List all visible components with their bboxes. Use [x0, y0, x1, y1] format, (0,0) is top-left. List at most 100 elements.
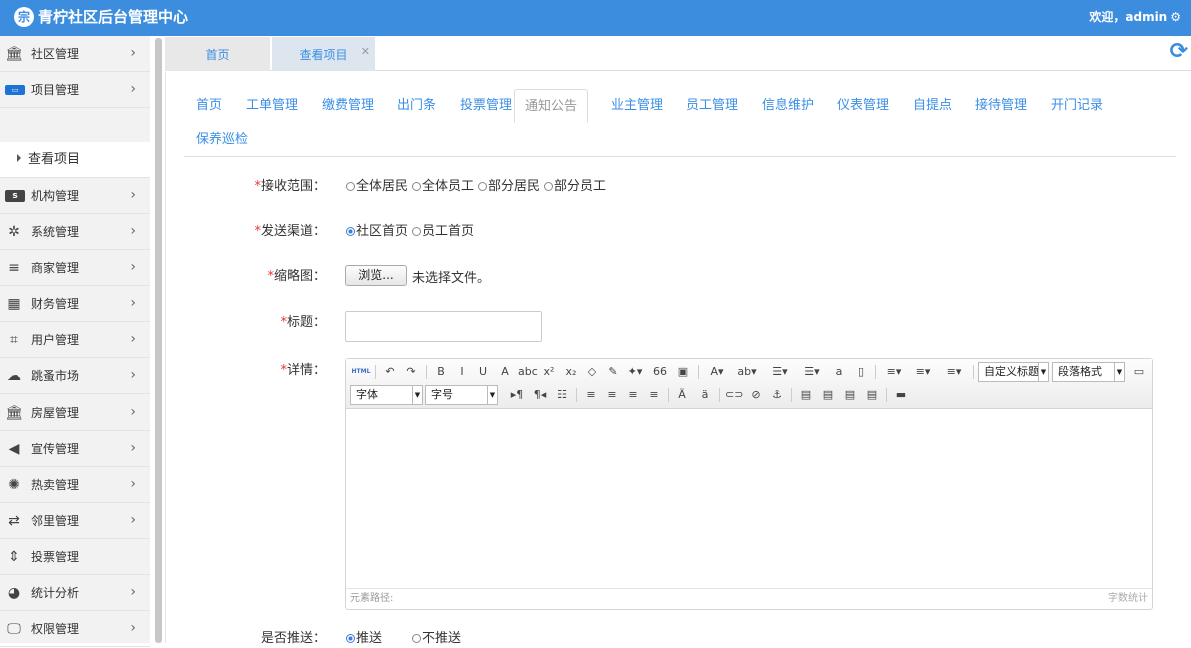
row-spacing-bottom-icon[interactable]: ≡▾ — [910, 363, 936, 381]
radio-icon[interactable] — [412, 227, 421, 236]
radio-option[interactable]: 全体居民 — [346, 178, 408, 196]
highlight-color-icon[interactable]: ab▾ — [734, 363, 760, 381]
radio-icon[interactable] — [478, 182, 487, 191]
bold-icon[interactable]: B — [432, 363, 450, 381]
gear-icon[interactable]: ⚙ — [1170, 9, 1181, 25]
radio-option[interactable]: 社区首页 — [346, 223, 408, 241]
module-tab-6[interactable]: 业主管理 — [611, 89, 663, 123]
fullscreen-icon[interactable]: ▭ — [1130, 363, 1148, 381]
font-border-icon[interactable]: A — [496, 363, 514, 381]
page-tab-view-project[interactable]: 查看项目 ✕ — [272, 37, 375, 71]
welcome-user[interactable]: 欢迎，admin ⚙ — [1089, 9, 1181, 25]
module-tab-1[interactable]: 工单管理 — [246, 89, 298, 123]
sidebar-scrollbar-thumb[interactable] — [155, 38, 162, 643]
sidebar-item-12[interactable]: ⇄ 邻里管理 › — [0, 503, 150, 539]
close-icon[interactable]: ✕ — [361, 45, 370, 59]
module-tab-7[interactable]: 员工管理 — [686, 89, 738, 123]
sidebar-item-8[interactable]: ☁ 跳蚤市场 › — [0, 358, 150, 394]
anchor-icon[interactable]: ⚓ — [768, 386, 786, 404]
link-icon[interactable]: ⊂⊃ — [725, 386, 743, 404]
module-tab-13[interactable]: 保养巡检 — [196, 123, 248, 157]
sidebar-item-10[interactable]: ◀ 宣传管理 › — [0, 431, 150, 467]
module-tab-11[interactable]: 接待管理 — [975, 89, 1027, 123]
paste-text-icon[interactable]: ▣ — [674, 363, 692, 381]
undo-icon[interactable]: ↶ — [381, 363, 399, 381]
sidebar-item-3[interactable]: s 机构管理 › — [0, 178, 150, 214]
eraser-icon[interactable]: ◇ — [583, 363, 601, 381]
unlink-icon[interactable]: ⊘ — [747, 386, 765, 404]
browse-button[interactable]: 浏览... — [345, 265, 407, 286]
module-tab-10[interactable]: 自提点 — [913, 89, 952, 123]
sidebar-item-7[interactable]: ⌗ 用户管理 › — [0, 322, 150, 358]
indent-icon[interactable]: ☷ — [553, 386, 571, 404]
superscript-icon[interactable]: x² — [540, 363, 558, 381]
redo-icon[interactable]: ↷ — [402, 363, 420, 381]
font-size-select[interactable]: 字号 ▼ — [425, 385, 498, 405]
module-tab-2[interactable]: 缴费管理 — [322, 89, 374, 123]
image-center-icon[interactable]: ▤ — [863, 386, 881, 404]
insert-image-icon[interactable]: ▬ — [892, 386, 910, 404]
italic-icon[interactable]: I — [453, 363, 471, 381]
sidebar-subitem-view-project[interactable]: 查看项目 — [0, 142, 150, 178]
module-tab-3[interactable]: 出门条 — [397, 89, 436, 123]
image-none-icon[interactable]: ▤ — [797, 386, 815, 404]
ltr-icon[interactable]: ▸¶ — [508, 386, 526, 404]
sidebar-item-13[interactable]: ⇕ 投票管理 — [0, 539, 150, 575]
paragraph-format-select[interactable]: 段落格式 ▼ — [1052, 362, 1125, 382]
sidebar-item-5[interactable]: ≡ 商家管理 › — [0, 250, 150, 286]
blockquote-icon[interactable]: 66 — [651, 363, 669, 381]
radio-option[interactable]: 员工首页 — [412, 223, 474, 241]
sidebar-item-15[interactable]: 🖵 权限管理 › — [0, 611, 150, 647]
line-height-icon[interactable]: ≡▾ — [941, 363, 967, 381]
custom-title-select[interactable]: 自定义标题 ▼ — [978, 362, 1049, 382]
radio-option[interactable]: 部分员工 — [544, 178, 606, 196]
module-tab-4[interactable]: 投票管理 — [460, 89, 512, 123]
sidebar-item-1[interactable]: ▭ 项目管理 › — [0, 72, 150, 108]
ordered-list-icon[interactable]: ☰▾ — [767, 363, 793, 381]
radio-icon[interactable] — [412, 182, 421, 191]
format-painter-icon[interactable]: ✎ — [604, 363, 622, 381]
radio-icon[interactable] — [346, 634, 355, 643]
module-tab-12[interactable]: 开门记录 — [1051, 89, 1103, 123]
align-right-icon[interactable]: ≡ — [624, 386, 642, 404]
image-right-icon[interactable]: ▤ — [841, 386, 859, 404]
editor-body[interactable] — [346, 410, 1152, 588]
align-left-icon[interactable]: ≡ — [582, 386, 600, 404]
subscript-icon[interactable]: x₂ — [562, 363, 580, 381]
font-color-icon[interactable]: A▾ — [704, 363, 730, 381]
html-source-icon[interactable]: HTML — [350, 363, 372, 381]
radio-option[interactable]: 推送 — [346, 630, 382, 648]
radio-option[interactable]: 全体员工 — [412, 178, 474, 196]
font-family-select[interactable]: 字体 ▼ — [350, 385, 423, 405]
sidebar-item-14[interactable]: ◕ 统计分析 › — [0, 575, 150, 611]
sidebar-item-11[interactable]: ✺ 热卖管理 › — [0, 467, 150, 503]
sidebar-item-6[interactable]: ▦ 财务管理 › — [0, 286, 150, 322]
title-input[interactable] — [345, 311, 542, 342]
module-tab-8[interactable]: 信息维护 — [762, 89, 814, 123]
page-tab-home[interactable]: 首页 — [165, 37, 270, 71]
align-center-icon[interactable]: ≡ — [603, 386, 621, 404]
underline-icon[interactable]: U — [474, 363, 492, 381]
row-spacing-top-icon[interactable]: ≡▾ — [881, 363, 907, 381]
module-tab-5[interactable]: 通知公告 — [514, 89, 589, 123]
radio-option[interactable]: 不推送 — [412, 630, 461, 648]
to-uppercase-icon[interactable]: Ä — [673, 386, 691, 404]
refresh-icon[interactable]: ⟳ — [1170, 41, 1188, 63]
radio-icon[interactable] — [346, 182, 355, 191]
sidebar-item-9[interactable]: 🏛 房屋管理 › — [0, 395, 150, 431]
radio-icon[interactable] — [544, 182, 553, 191]
module-tab-9[interactable]: 仪表管理 — [837, 89, 889, 123]
auto-typeset-icon[interactable]: ✦▾ — [626, 363, 644, 381]
clear-doc-icon[interactable]: ▯ — [852, 363, 870, 381]
select-all-icon[interactable]: a — [830, 363, 848, 381]
strikethrough-icon[interactable]: abc — [518, 363, 538, 381]
to-lowercase-icon[interactable]: ä — [696, 386, 714, 404]
radio-icon[interactable] — [412, 634, 421, 643]
sidebar-item-4[interactable]: ✲ 系统管理 › — [0, 214, 150, 250]
sidebar-item-0[interactable]: 🏛 社区管理 › — [0, 36, 150, 72]
align-justify-icon[interactable]: ≡ — [645, 386, 663, 404]
radio-icon[interactable] — [346, 227, 355, 236]
rtl-icon[interactable]: ¶◂ — [531, 386, 549, 404]
radio-option[interactable]: 部分居民 — [478, 178, 540, 196]
unordered-list-icon[interactable]: ☰▾ — [799, 363, 825, 381]
